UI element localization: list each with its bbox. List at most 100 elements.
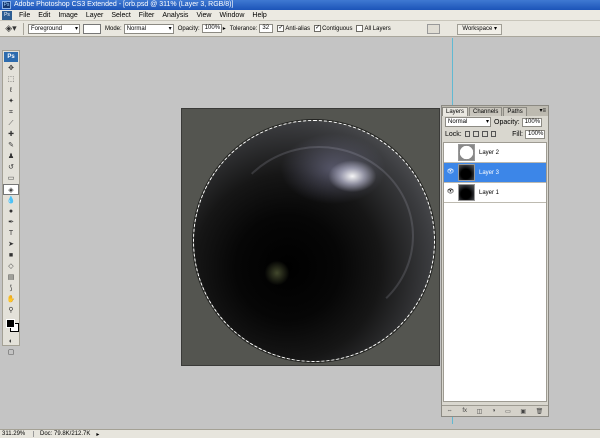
new-layer-icon[interactable]: ▣ [520, 408, 526, 415]
color-swatches[interactable] [3, 318, 19, 336]
lock-all-icon[interactable] [490, 131, 497, 137]
fill-input[interactable]: 100% [525, 129, 545, 139]
menu-window[interactable]: Window [215, 10, 248, 21]
menu-help[interactable]: Help [248, 10, 270, 21]
options-bar: ◈▾ Foreground Mode: Normal Opacity: 100%… [0, 21, 600, 37]
document-canvas[interactable] [181, 108, 440, 366]
fill-source-dropdown[interactable]: Foreground [28, 23, 80, 34]
menu-bar: Ps File Edit Image Layer Select Filter A… [0, 10, 600, 21]
history-brush-tool-icon[interactable]: ↺ [3, 162, 19, 173]
clone-stamp-tool-icon[interactable]: ♟ [3, 151, 19, 162]
crop-tool-icon[interactable]: ⌗ [3, 107, 19, 118]
marquee-tool-icon[interactable]: ⬚ [3, 74, 19, 85]
separator [23, 22, 24, 35]
screen-mode-icon[interactable]: ▢ [3, 347, 19, 358]
mode-dropdown[interactable]: Normal [123, 23, 174, 34]
layer-style-icon[interactable]: fx [462, 408, 467, 414]
zoom-tool-icon[interactable]: ⚲ [3, 305, 19, 316]
path-selection-tool-icon[interactable]: ➤ [3, 239, 19, 250]
menu-view[interactable]: View [192, 10, 215, 21]
status-menu-icon[interactable]: ▸ [96, 431, 99, 438]
menu-edit[interactable]: Edit [34, 10, 54, 21]
3d-tool-icon[interactable]: ◇ [3, 261, 19, 272]
antialias-label: Anti-alias [285, 25, 311, 32]
tab-channels[interactable]: Channels [469, 107, 503, 116]
menu-file[interactable]: File [15, 10, 34, 21]
slice-tool-icon[interactable]: ⟋ [3, 118, 19, 129]
mode-label: Mode: [105, 25, 122, 32]
panel-menu-icon[interactable]: ▾≡ [539, 107, 548, 116]
delete-layer-icon[interactable]: 🗑 [536, 408, 544, 415]
tab-paths[interactable]: Paths [503, 107, 527, 116]
lasso-tool-icon[interactable]: ℓ [3, 85, 19, 96]
paint-bucket-tool-icon[interactable]: ◈ [3, 184, 19, 195]
notes-tool-icon[interactable]: ▤ [3, 272, 19, 283]
opacity-arrow-icon[interactable]: ▸ [223, 25, 226, 32]
opacity-input[interactable]: 100% [201, 24, 222, 33]
eye-icon[interactable]: 👁 [446, 168, 455, 177]
blend-mode-dropdown[interactable]: Normal [445, 117, 491, 127]
toolbox: Ps ✥ ⬚ ℓ ✦ ⌗ ⟋ ✚ ✎ ♟ ↺ ▭ ◈ 💧 ● ✒ T ➤ ■ ◇… [2, 50, 20, 356]
lock-position-icon[interactable] [481, 131, 488, 137]
hand-tool-icon[interactable]: ✋ [3, 294, 19, 305]
layer-thumbnail [458, 164, 475, 181]
layer-row[interactable]: 👁 Layer 1 [444, 183, 546, 203]
bridge-icon[interactable] [427, 24, 440, 34]
eyedropper-tool-icon[interactable]: ⟆ [3, 283, 19, 294]
contiguous-label: Contiguous [322, 25, 353, 32]
panel-opacity-label: Opacity: [494, 118, 520, 126]
quick-mask-icon[interactable]: ◐ [3, 336, 19, 347]
window-title: Adobe Photoshop CS3 Extended - [orb.psd … [14, 1, 234, 8]
lock-row: Lock: Fill: 100% [442, 128, 548, 140]
adjustment-layer-icon[interactable]: ◑ [492, 408, 496, 414]
contiguous-checkbox[interactable]: ✓ [314, 25, 322, 32]
brush-tool-icon[interactable]: ✎ [3, 140, 19, 151]
opacity-label: Opacity: [177, 25, 200, 32]
shape-tool-icon[interactable]: ■ [3, 250, 19, 261]
paint-bucket-tool-icon[interactable]: ◈▾ [3, 22, 19, 35]
move-tool-icon[interactable]: ✥ [3, 63, 19, 74]
all-layers-label: All Layers [364, 25, 391, 32]
magic-wand-tool-icon[interactable]: ✦ [3, 96, 19, 107]
dodge-tool-icon[interactable]: ● [3, 206, 19, 217]
eraser-tool-icon[interactable]: ▭ [3, 173, 19, 184]
tolerance-input[interactable]: 32 [259, 24, 274, 33]
menu-select[interactable]: Select [107, 10, 134, 21]
layer-name: Layer 1 [479, 189, 500, 196]
foreground-color[interactable] [6, 319, 15, 328]
link-layers-icon[interactable]: ⇔ [447, 408, 453, 414]
type-tool-icon[interactable]: T [3, 228, 19, 239]
menu-layer[interactable]: Layer [82, 10, 108, 21]
all-layers-checkbox[interactable] [356, 25, 364, 32]
layer-row[interactable]: Layer 2 [444, 143, 546, 163]
selection-marquee [193, 120, 435, 362]
fill-label: Fill: [512, 130, 523, 138]
toolbox-logo-icon: Ps [4, 52, 18, 62]
lock-image-icon[interactable] [473, 131, 479, 137]
new-group-icon[interactable]: ▭ [505, 408, 511, 415]
visibility-toggle-off[interactable] [446, 148, 455, 157]
menu-image[interactable]: Image [54, 10, 81, 21]
photoshop-logo-icon: Ps [2, 10, 12, 20]
tolerance-label: Tolerance: [229, 25, 258, 32]
layer-list: Layer 2 👁 Layer 3 👁 Layer 1 [443, 142, 547, 402]
layer-name: Layer 2 [479, 149, 500, 156]
antialias-checkbox[interactable]: ✓ [277, 25, 285, 32]
layer-row-selected[interactable]: 👁 Layer 3 [444, 163, 546, 183]
lock-transparent-icon[interactable] [464, 131, 471, 137]
workspace-button[interactable]: Workspace ▾ [457, 24, 502, 35]
tab-layers[interactable]: Layers [442, 107, 469, 116]
healing-brush-tool-icon[interactable]: ✚ [3, 129, 19, 140]
layer-mask-icon[interactable]: ◫ [477, 408, 483, 415]
doc-size: Doc: 79.8K/212.7K [40, 431, 91, 437]
panel-opacity-input[interactable]: 100% [521, 117, 542, 127]
pen-tool-icon[interactable]: ✒ [3, 217, 19, 228]
eye-icon[interactable]: 👁 [446, 188, 455, 197]
zoom-level[interactable]: 311.29% [0, 431, 34, 437]
menu-analysis[interactable]: Analysis [158, 10, 192, 21]
title-bar: Ps Adobe Photoshop CS3 Extended - [orb.p… [0, 0, 600, 10]
menu-filter[interactable]: Filter [135, 10, 159, 21]
layers-footer: ⇔ fx ◫ ◑ ▭ ▣ 🗑 [442, 405, 548, 416]
pattern-swatch[interactable] [83, 23, 101, 34]
blur-tool-icon[interactable]: 💧 [3, 195, 19, 206]
